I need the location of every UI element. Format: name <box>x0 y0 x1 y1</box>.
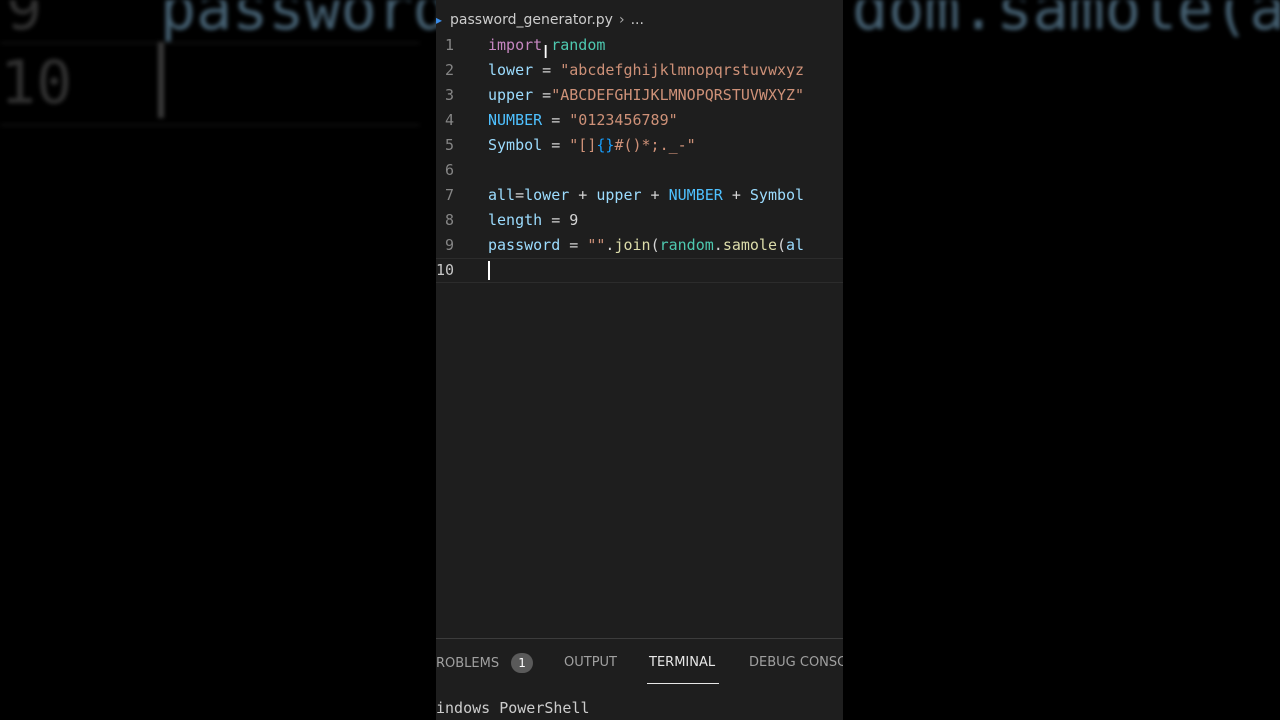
code-token: . <box>713 236 723 254</box>
code-token: = <box>542 111 570 129</box>
code-token: {} <box>596 136 615 154</box>
code-line[interactable]: 10 <box>436 258 843 283</box>
python-file-icon: ▸ <box>436 13 443 27</box>
code-line[interactable]: 9 password = "".join(random.samole(al <box>436 233 843 258</box>
code-line[interactable]: 3 upper ="ABCDEFGHIJKLMNOPQRSTUVWXYZ" <box>436 83 843 108</box>
code-token: + <box>569 186 597 204</box>
breadcrumb-symbols[interactable]: ... <box>631 12 644 28</box>
line-number: 1 <box>444 36 454 54</box>
code-line[interactable]: 7 all=lower + upper + NUMBER + Symbol <box>436 183 843 208</box>
code-token: + <box>641 186 669 204</box>
code-editor[interactable]: 1 import random 2 lower = "abcdefghijklmnop… <box>436 33 843 283</box>
terminal-output[interactable]: indows PowerShell <box>436 699 590 717</box>
code-token: import <box>488 36 543 54</box>
code-token: NUMBER <box>668 186 723 204</box>
code-token: lower <box>488 61 534 79</box>
code-token: samole <box>722 236 777 254</box>
bottom-panel: ROBLEMS 1 OUTPUT TERMINAL DEBUG CONSC ind… <box>436 638 843 720</box>
code-line[interactable]: 4 NUMBER = "0123456789" <box>436 108 843 133</box>
code-token: + <box>722 186 750 204</box>
problems-count-badge: 1 <box>511 653 534 673</box>
text-cursor-icon: I <box>543 42 549 63</box>
editor-panel: ▸ password_generator.py › ... 1 import ra… <box>436 0 843 720</box>
line-number: 2 <box>444 61 454 79</box>
code-line[interactable]: 2 lower = "abcdefghijklmnopqrstuvwxyz <box>436 58 843 83</box>
chevron-right-icon: › <box>618 12 625 28</box>
line-number: 5 <box>444 136 454 154</box>
code-token: "abcdefghijklmnopqrstuvwxyz <box>560 61 805 79</box>
code-token: "[] <box>569 136 597 154</box>
code-token: join <box>614 236 651 254</box>
line-number: 8 <box>444 211 454 229</box>
background-code-left: password <box>160 0 449 44</box>
breadcrumb-file[interactable]: password_generator.py <box>450 12 613 28</box>
code-token: #()*;._-" <box>614 136 696 154</box>
tab-problems[interactable]: ROBLEMS 1 <box>436 653 534 674</box>
code-token: ( <box>777 236 787 254</box>
text-caret <box>488 261 490 280</box>
code-token: al <box>786 236 805 254</box>
line-number: 7 <box>444 186 454 204</box>
tab-debug-console[interactable]: DEBUG CONSC <box>749 653 843 673</box>
code-token: = <box>533 86 552 104</box>
active-tab-indicator <box>647 683 719 684</box>
line-number: 6 <box>444 161 454 179</box>
code-token: all <box>488 186 516 204</box>
line-text: password = "".join(random.samole(al <box>488 233 804 258</box>
code-token: NUMBER <box>488 111 543 129</box>
code-token: password <box>488 236 561 254</box>
code-token: Symbol <box>749 186 805 204</box>
code-token: lower <box>524 186 570 204</box>
code-token: "ABCDEFGHIJKLMNOPQRSTUVWXYZ" <box>551 86 805 104</box>
tab-output[interactable]: OUTPUT <box>564 653 617 673</box>
code-line[interactable]: 1 import random <box>436 33 843 58</box>
code-token: "" <box>587 236 606 254</box>
code-token: = <box>515 186 525 204</box>
code-token: ( <box>650 236 660 254</box>
breadcrumb[interactable]: ▸ password_generator.py › ... <box>436 8 843 32</box>
code-token: random <box>659 236 714 254</box>
line-text <box>488 259 490 282</box>
line-text: lower = "abcdefghijklmnopqrstuvwxyz <box>488 58 804 83</box>
line-number: 10 <box>436 261 455 279</box>
line-text: upper ="ABCDEFGHIJKLMNOPQRSTUVWXYZ" <box>488 83 804 108</box>
code-token: random <box>551 36 606 54</box>
line-text: all=lower + upper + NUMBER + Symbol <box>488 183 804 208</box>
panel-tabs: ROBLEMS 1 OUTPUT TERMINAL DEBUG CONSC <box>436 653 843 675</box>
code-token: "0123456789" <box>569 111 678 129</box>
code-token: upper <box>488 86 534 104</box>
code-token: upper <box>596 186 642 204</box>
line-text: Symbol = "[]{}#()*;._-" <box>488 133 696 158</box>
code-token: = <box>533 61 561 79</box>
background-code-right: dom.samole(al <box>852 0 1280 44</box>
background-line-number-9: 9 <box>6 0 43 44</box>
tab-terminal[interactable]: TERMINAL <box>649 653 715 673</box>
code-token: = 9 <box>542 211 579 229</box>
line-number: 9 <box>444 236 454 254</box>
line-text: NUMBER = "0123456789" <box>488 108 678 133</box>
code-token: = <box>560 236 588 254</box>
code-token: length <box>488 211 543 229</box>
background-cursor <box>158 42 164 118</box>
code-line[interactable]: 8 length = 9 <box>436 208 843 233</box>
line-number: 4 <box>444 111 454 129</box>
code-line[interactable]: 6 <box>436 158 843 183</box>
code-line[interactable]: 5 Symbol = "[]{}#()*;._-" <box>436 133 843 158</box>
tab-problems-label: ROBLEMS <box>436 656 500 671</box>
background-line-number-10: 10 <box>0 48 73 118</box>
line-number: 3 <box>444 86 454 104</box>
line-text: length = 9 <box>488 208 578 233</box>
code-token: Symbol <box>488 136 543 154</box>
code-token: = <box>542 136 570 154</box>
